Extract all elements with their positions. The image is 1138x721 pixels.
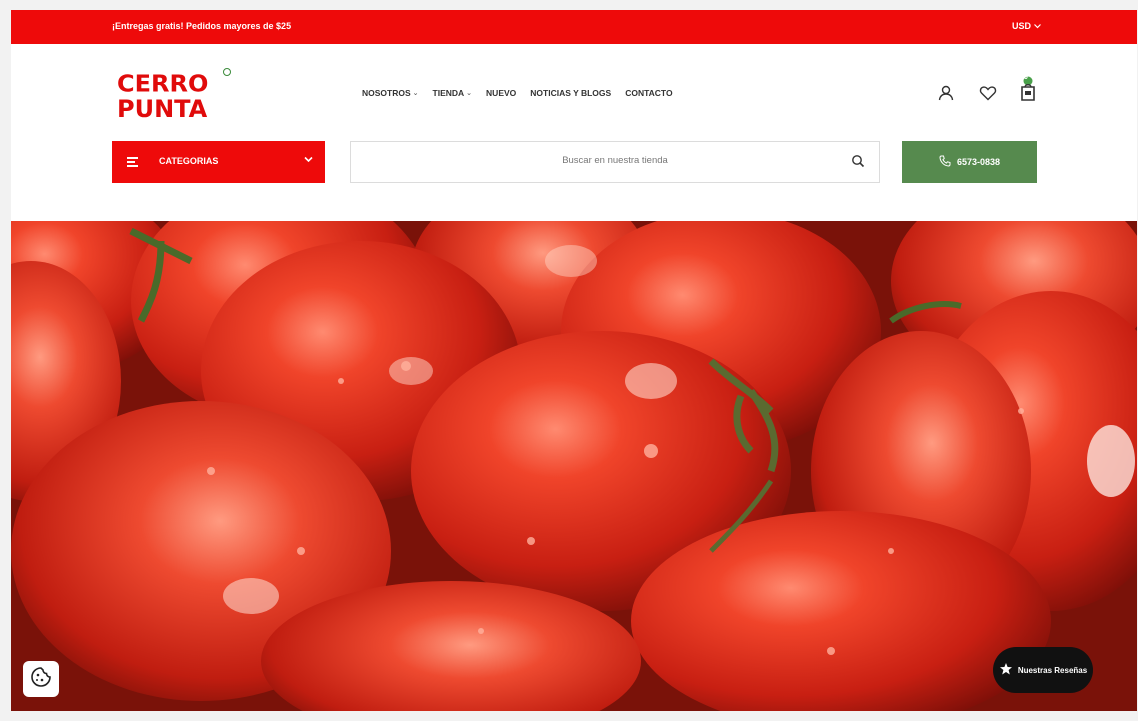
site-logo[interactable]: CERRO PUNTA bbox=[115, 68, 233, 128]
phone-number: 6573-0838 bbox=[956, 157, 1001, 167]
chevron-down-icon bbox=[1034, 21, 1041, 31]
nav-item-label: CONTACTO bbox=[625, 88, 673, 98]
currency-label: USD bbox=[1011, 21, 1031, 31]
cookie-icon bbox=[30, 666, 52, 693]
nav-item-label: NOSOTROS bbox=[362, 88, 411, 98]
promo-bar: ¡Entregas gratis! Pedidos mayores de $25… bbox=[11, 10, 1137, 44]
search-placeholder: Buscar en nuestra tienda bbox=[562, 155, 668, 166]
main-nav: NOSOTROS ⌄ TIENDA ⌄ NUEVO NOTICIAS Y BLO… bbox=[362, 88, 687, 98]
star-review-icon bbox=[999, 662, 1013, 678]
nav-item-tienda[interactable]: TIENDA ⌄ bbox=[433, 88, 473, 98]
cookie-settings-button[interactable] bbox=[23, 661, 59, 697]
currency-selector[interactable]: USD bbox=[1012, 21, 1041, 31]
menu-icon bbox=[127, 157, 138, 167]
phone-button[interactable]: 6573-0838 bbox=[902, 141, 1037, 183]
nav-item-contacto[interactable]: CONTACTO bbox=[625, 88, 672, 98]
logo-line2: PUNTA bbox=[117, 95, 208, 123]
search-icon[interactable] bbox=[851, 154, 865, 171]
page: ¡Entregas gratis! Pedidos mayores de $25… bbox=[11, 10, 1137, 711]
search-input[interactable]: Buscar en nuestra tienda bbox=[350, 141, 880, 183]
nav-item-label: TIENDA bbox=[432, 88, 465, 98]
hero-banner-image[interactable] bbox=[11, 221, 1137, 711]
nav-item-label: NOTICIAS Y BLOGS bbox=[530, 88, 612, 98]
chevron-down-icon: ⌄ bbox=[412, 90, 419, 97]
nav-item-label: NUEVO bbox=[486, 88, 517, 98]
promo-text: ¡Entregas gratis! Pedidos mayores de $25 bbox=[112, 21, 292, 31]
phone-icon bbox=[939, 155, 951, 169]
chevron-down-icon: ⌄ bbox=[466, 90, 473, 97]
account-icon[interactable] bbox=[935, 82, 957, 104]
nav-item-nosotros[interactable]: NOSOTROS ⌄ bbox=[362, 88, 419, 98]
chevron-down-icon bbox=[304, 155, 313, 166]
cart-count-badge: 0 bbox=[1024, 74, 1028, 81]
reviews-badge[interactable]: Nuestras Reseñas bbox=[993, 647, 1093, 693]
leaf-icon bbox=[223, 68, 231, 76]
cart-icon[interactable] bbox=[1017, 76, 1039, 104]
nav-item-nuevo[interactable]: NUEVO bbox=[486, 88, 516, 98]
reviews-label: Nuestras Reseñas bbox=[1017, 665, 1088, 675]
heart-icon[interactable] bbox=[977, 82, 999, 104]
nav-item-noticias[interactable]: NOTICIAS Y BLOGS bbox=[530, 88, 611, 98]
categories-button[interactable]: CATEGORIAS bbox=[112, 141, 325, 183]
categories-label: CATEGORIAS bbox=[159, 156, 219, 166]
logo-line1: CERRO bbox=[117, 70, 209, 98]
